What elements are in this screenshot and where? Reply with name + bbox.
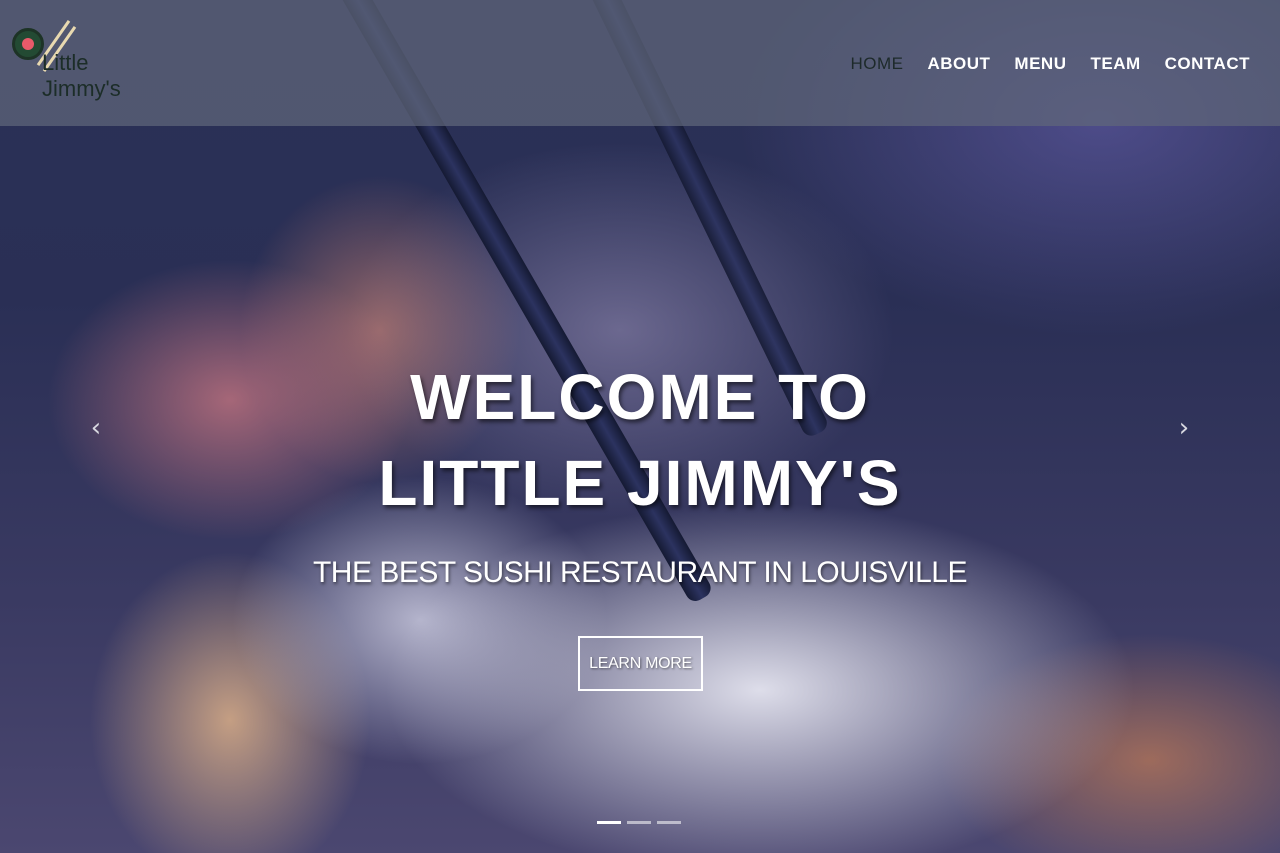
logo-line-1: Little: [42, 50, 89, 75]
carousel-indicator-1[interactable]: [597, 821, 621, 824]
nav-contact[interactable]: CONTACT: [1165, 54, 1250, 74]
hero-carousel: Little Jimmy's HOME ABOUT MENU TEAM CONT…: [0, 0, 1280, 853]
carousel-indicator-2[interactable]: [627, 821, 651, 824]
main-nav: HOME ABOUT MENU TEAM CONTACT: [850, 54, 1250, 74]
nav-about[interactable]: ABOUT: [927, 54, 990, 74]
carousel-indicator-3[interactable]: [657, 821, 681, 824]
nav-team[interactable]: TEAM: [1090, 54, 1140, 74]
logo-text: Little Jimmy's: [42, 50, 121, 102]
nav-home[interactable]: HOME: [850, 54, 903, 74]
top-navbar: Little Jimmy's HOME ABOUT MENU TEAM CONT…: [0, 0, 1280, 126]
logo-line-2: Jimmy's: [42, 76, 121, 101]
chevron-left-icon[interactable]: ‹: [86, 414, 106, 442]
site-logo[interactable]: Little Jimmy's: [12, 16, 132, 112]
hero-tagline: THE BEST SUSHI RESTAURANT IN LOUISVILLE: [312, 556, 968, 589]
learn-more-button[interactable]: LEARN MORE: [578, 636, 703, 691]
hero-heading-line-2: LITTLE JIMMY'S: [378, 447, 902, 519]
nav-menu[interactable]: MENU: [1014, 54, 1066, 74]
hero-heading-line-1: WELCOME TO: [410, 361, 870, 433]
chevron-right-icon[interactable]: ›: [1174, 414, 1194, 442]
carousel-indicators: [597, 821, 681, 824]
